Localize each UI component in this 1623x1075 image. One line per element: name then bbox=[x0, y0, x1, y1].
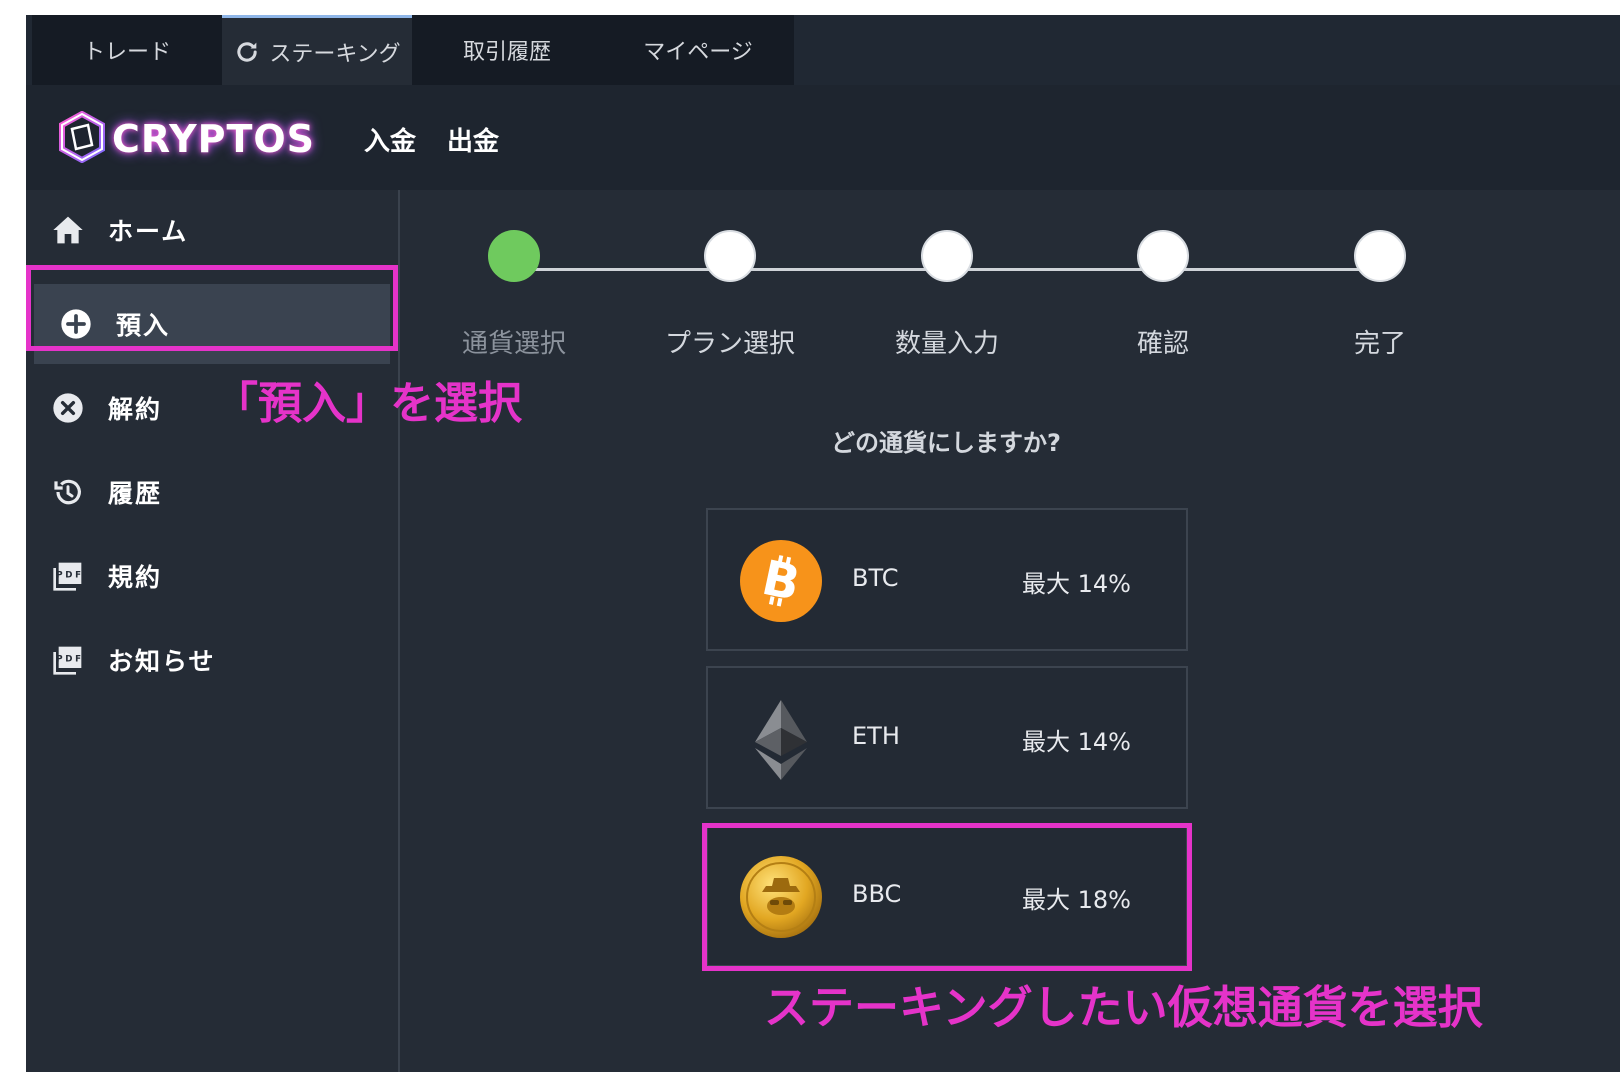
ethereum-icon bbox=[740, 698, 822, 780]
home-icon bbox=[52, 214, 84, 246]
deposit-link[interactable]: 入金 bbox=[364, 121, 416, 158]
coin-option-eth[interactable]: ETH 最大 14% bbox=[706, 666, 1188, 809]
history-icon bbox=[52, 476, 84, 508]
tab-label: 取引履歴 bbox=[462, 40, 551, 65]
annotation-coin: ステーキングしたい仮想通貨を選択 bbox=[764, 981, 1483, 1034]
tab-trade-history[interactable]: 取引履歴 bbox=[412, 15, 602, 85]
step-dot-amount bbox=[921, 230, 973, 282]
step-label-plan: プラン選択 bbox=[664, 329, 795, 359]
logo-text: CRYPTOS bbox=[112, 117, 316, 161]
tab-staking[interactable]: ステーキング bbox=[222, 15, 412, 85]
coin-rate: 最大 14% bbox=[1022, 570, 1131, 598]
refresh-icon bbox=[233, 38, 261, 66]
annotation-deposit: 「預入」を選択 bbox=[214, 378, 522, 429]
sidebar-item-label: 規約 bbox=[108, 563, 163, 592]
sidebar-item-history[interactable]: 履歴 bbox=[26, 452, 398, 532]
tab-label: トレード bbox=[82, 40, 171, 65]
sidebar-item-label: ホーム bbox=[108, 217, 189, 246]
coin-name: ETH bbox=[852, 722, 900, 750]
step-dot-complete bbox=[1354, 230, 1406, 282]
bitcoin-icon: B bbox=[740, 540, 822, 622]
sidebar-item-news[interactable]: PDF お知らせ bbox=[26, 620, 398, 700]
cryptos-logo[interactable]: CRYPTOS bbox=[58, 110, 316, 167]
sidebar-item-label: 履歴 bbox=[108, 479, 163, 508]
app-frame: トレード ステーキング 取引履歴 マイページ CRYPTOS 入金 出金 ホーム… bbox=[26, 15, 1620, 1072]
pdf-icon: PDF bbox=[52, 560, 84, 592]
sidebar-item-label: 解約 bbox=[108, 395, 163, 424]
coin-rate: 最大 14% bbox=[1022, 728, 1131, 756]
pdf-icon: PDF bbox=[52, 644, 84, 676]
bbc-coin-icon bbox=[740, 856, 822, 938]
close-circle-icon bbox=[52, 392, 84, 424]
step-dot-currency bbox=[488, 230, 540, 282]
step-label-confirm: 確認 bbox=[1136, 329, 1189, 359]
coin-option-btc[interactable]: B BTC 最大 14% bbox=[706, 508, 1188, 651]
step-dot-plan bbox=[704, 230, 756, 282]
coin-rate: 最大 18% bbox=[1022, 886, 1131, 914]
currency-question: どの通貨にしますか? bbox=[831, 429, 1061, 457]
tab-mypage[interactable]: マイページ bbox=[602, 15, 794, 85]
coin-name: BBC bbox=[852, 880, 902, 908]
tab-label: ステーキング bbox=[269, 41, 401, 67]
sidebar-item-terms[interactable]: PDF 規約 bbox=[26, 536, 398, 616]
sidebar-item-label: お知らせ bbox=[108, 647, 216, 676]
app-header: CRYPTOS 入金 出金 bbox=[26, 85, 1620, 190]
logo-mark-icon bbox=[58, 110, 106, 167]
top-tab-bar: トレード ステーキング 取引履歴 マイページ bbox=[26, 15, 1620, 85]
withdraw-link[interactable]: 出金 bbox=[447, 121, 499, 158]
sidebar-item-deposit[interactable]: 預入 bbox=[34, 284, 390, 364]
tab-label: マイページ bbox=[643, 40, 753, 65]
step-label-amount: 数量入力 bbox=[894, 329, 999, 359]
step-dot-confirm bbox=[1137, 230, 1189, 282]
sidebar-item-home[interactable]: ホーム bbox=[26, 190, 398, 270]
tab-trade[interactable]: トレード bbox=[32, 15, 222, 85]
sidebar-item-label: 預入 bbox=[116, 311, 171, 340]
svg-text:PDF: PDF bbox=[56, 570, 83, 580]
coin-name: BTC bbox=[852, 564, 899, 592]
svg-text:PDF: PDF bbox=[56, 654, 83, 664]
coin-option-bbc[interactable]: BBC 最大 18% bbox=[706, 824, 1188, 967]
plus-circle-icon bbox=[60, 308, 92, 340]
sidebar: ホーム 預入 解約 履歴 PDF 規約 PDF お知らせ bbox=[26, 190, 400, 1072]
step-label-complete: 完了 bbox=[1353, 329, 1406, 359]
step-label-currency: 通貨選択 bbox=[461, 329, 566, 359]
